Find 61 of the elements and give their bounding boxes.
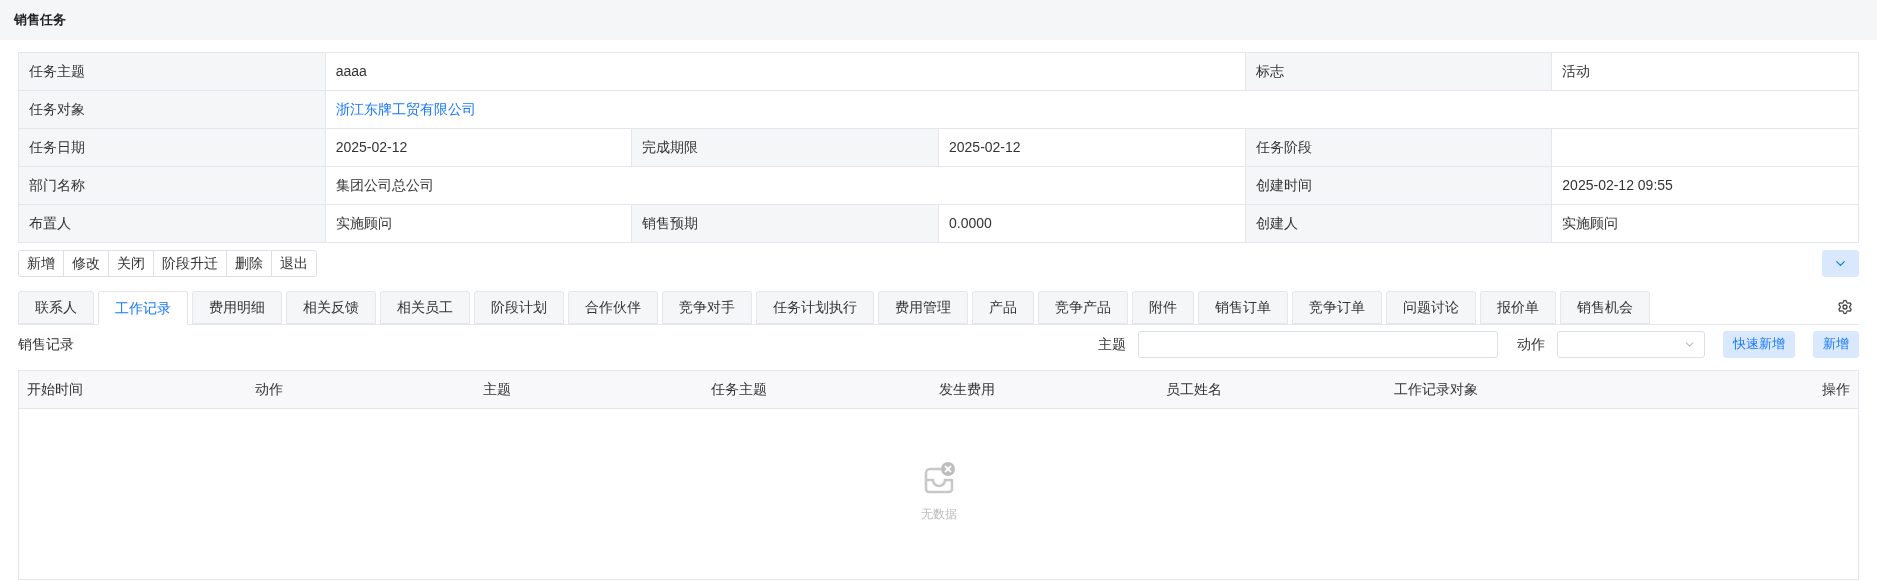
field-label: 任务主题 (19, 53, 326, 91)
tab[interactable]: 竞争订单 (1292, 291, 1382, 324)
field-value: 2025-02-12 09:55 (1552, 167, 1859, 205)
field-value: aaaa (325, 53, 1246, 91)
toolbar-button[interactable]: 退出 (271, 250, 317, 277)
toolbar-button[interactable]: 新增 (18, 250, 64, 277)
subject-input[interactable] (1138, 330, 1498, 358)
tab[interactable]: 竞争对手 (662, 291, 752, 324)
toolbar-button[interactable]: 删除 (226, 250, 272, 277)
field-value: 2025-02-12 (325, 129, 633, 167)
tab[interactable]: 费用管理 (878, 291, 968, 324)
tab[interactable]: 报价单 (1480, 291, 1556, 324)
empty-text: 无数据 (920, 506, 957, 523)
field-value: 0.0000 (939, 205, 1246, 243)
tab[interactable]: 产品 (972, 291, 1034, 324)
filter-label: 动作 (1517, 334, 1545, 354)
field-value: 活动 (1552, 53, 1859, 91)
field-label: 标志 (1245, 53, 1553, 91)
toolbar-button[interactable]: 关闭 (108, 250, 154, 277)
settings-icon[interactable] (1837, 299, 1853, 315)
column-header: 员工姓名 (1166, 380, 1224, 399)
customer-link[interactable]: 浙江东牌工贸有限公司 (335, 99, 476, 120)
column-header: 任务主题 (710, 380, 768, 399)
field-label: 创建人 (1245, 205, 1553, 243)
tab[interactable]: 任务计划执行 (756, 291, 874, 324)
field-value: 实施顾问 (1552, 205, 1859, 243)
column-header: 开始时间 (27, 380, 84, 399)
field-label: 创建时间 (1245, 167, 1553, 205)
tab[interactable]: 阶段计划 (474, 291, 564, 324)
column-header: 主题 (482, 380, 512, 399)
tab[interactable]: 附件 (1132, 291, 1194, 324)
field-value: 实施顾问 (325, 205, 633, 243)
field-label: 布置人 (19, 205, 326, 243)
action-select[interactable] (1557, 330, 1705, 358)
column-header: 操作 (1822, 380, 1850, 399)
toolbar-button[interactable]: 阶段升迁 (153, 250, 227, 277)
field-label: 任务阶段 (1245, 129, 1553, 167)
filter-label: 主题 (1098, 334, 1126, 354)
column-header: 发生费用 (938, 380, 996, 399)
tab[interactable]: 相关反馈 (286, 291, 376, 324)
tab[interactable]: 销售订单 (1198, 291, 1288, 324)
toolbar-button[interactable]: 修改 (63, 250, 109, 277)
field-label: 部门名称 (19, 167, 326, 205)
tab[interactable]: 联系人 (18, 291, 94, 324)
tab[interactable]: 工作记录 (98, 291, 188, 325)
column-header: 动作 (254, 380, 284, 399)
tab[interactable]: 销售机会 (1560, 291, 1650, 324)
column-header: 工作记录对象 (1394, 380, 1480, 399)
page-title: 销售任务 (14, 11, 66, 30)
field-label: 任务对象 (19, 91, 326, 129)
tab[interactable]: 相关员工 (380, 291, 470, 324)
tab[interactable]: 费用明细 (192, 291, 282, 324)
field-label: 任务日期 (19, 129, 326, 167)
tab[interactable]: 问题讨论 (1386, 291, 1476, 324)
collapse-button[interactable] (1822, 250, 1859, 277)
field-label: 销售预期 (632, 205, 939, 243)
tab[interactable]: 竞争产品 (1038, 291, 1128, 324)
section-title: 销售记录 (18, 334, 74, 354)
tab[interactable]: 合作伙伴 (568, 291, 658, 324)
field-value: 2025-02-12 (939, 129, 1246, 167)
field-label: 完成期限 (632, 129, 939, 167)
